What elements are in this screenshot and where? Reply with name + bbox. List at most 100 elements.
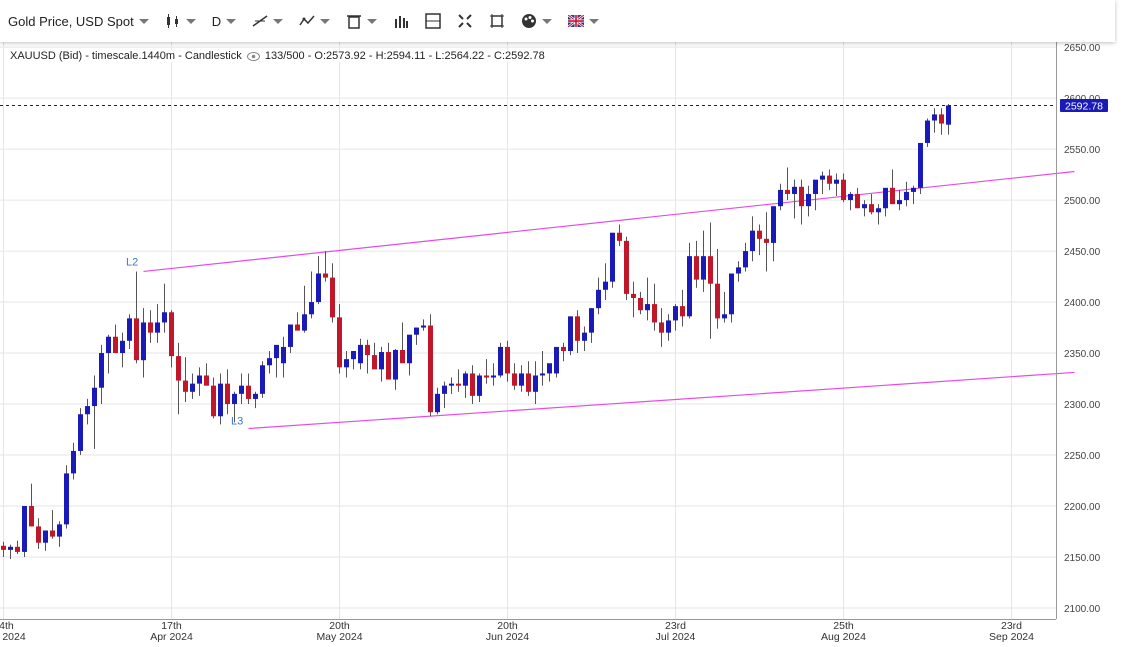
candle-body <box>71 450 76 474</box>
candle-body <box>603 281 608 290</box>
candle-body <box>526 373 531 392</box>
candle <box>330 263 335 323</box>
candle-body <box>715 283 720 319</box>
candle <box>645 277 650 321</box>
candle <box>680 289 685 327</box>
candle-body <box>806 193 811 207</box>
interval-selector[interactable]: D <box>204 0 244 42</box>
candle-body <box>932 114 937 121</box>
candle-body <box>337 317 342 368</box>
candle-body <box>820 175 825 180</box>
candle-body <box>232 393 237 405</box>
candle-body <box>729 273 734 315</box>
candle-body <box>435 393 440 413</box>
candle-body <box>484 375 489 378</box>
info-symbol: XAUUSD (Bid) <box>10 50 83 62</box>
candle-body <box>92 387 97 407</box>
candle-body <box>596 289 601 309</box>
candle-body <box>267 358 272 366</box>
candle <box>176 342 181 415</box>
candle-body <box>771 206 776 243</box>
price-chart[interactable]: L2L3 2650.002600.002550.002500.002450.00… <box>0 0 1123 647</box>
candle-body <box>519 373 524 386</box>
candle <box>106 334 111 374</box>
candle <box>323 251 328 282</box>
candle-body <box>344 359 349 368</box>
candle-body <box>799 186 804 207</box>
candle <box>120 332 125 368</box>
candle-body <box>456 383 461 386</box>
x-tick-month: Jun 2024 <box>486 631 529 643</box>
candle-body <box>8 546 13 550</box>
candle <box>904 181 909 207</box>
language-selector[interactable] <box>560 0 607 42</box>
candle <box>750 216 755 262</box>
candle-body <box>162 312 167 323</box>
candle-body <box>785 189 790 194</box>
chart-type-selector[interactable] <box>157 0 204 42</box>
candle <box>610 232 615 288</box>
candle <box>197 367 202 396</box>
candle <box>694 240 699 288</box>
candle-body <box>302 314 307 331</box>
candle-body <box>617 232 622 241</box>
candle-body <box>750 230 755 252</box>
candle-body <box>470 373 475 396</box>
x-tick-month: Mar 2024 <box>0 631 26 643</box>
candle <box>134 271 139 364</box>
indicators-button[interactable] <box>291 0 338 42</box>
eye-icon[interactable] <box>246 51 260 61</box>
layout-button[interactable] <box>417 0 449 42</box>
draw-tools-button[interactable] <box>244 0 291 42</box>
candle-body <box>505 346 510 374</box>
candle-body <box>225 383 230 405</box>
delete-icon <box>347 15 362 29</box>
delete-button[interactable] <box>338 0 385 42</box>
candle <box>463 371 468 398</box>
fullscreen-button[interactable] <box>449 0 481 42</box>
chevron-down-icon <box>273 18 284 24</box>
candle <box>491 363 496 386</box>
candle-body <box>442 385 447 394</box>
candle-body <box>939 114 944 124</box>
candle-body <box>645 304 650 311</box>
candle <box>407 334 412 376</box>
candle-body <box>547 363 552 374</box>
candle <box>554 346 559 378</box>
candle-body <box>274 344 279 359</box>
candle <box>673 304 678 331</box>
candle <box>344 351 349 378</box>
candle <box>414 327 419 345</box>
candle-body <box>15 546 20 552</box>
candle <box>85 398 90 425</box>
candle-body <box>239 385 244 394</box>
candle <box>918 142 923 194</box>
candle-body <box>477 375 482 396</box>
candle-body <box>841 179 846 201</box>
volume-button[interactable] <box>385 0 417 42</box>
candle-body <box>428 325 433 413</box>
chart-toolbar: Gold Price, USD Spot D <box>0 0 1115 42</box>
candle <box>652 283 657 331</box>
candle <box>533 361 538 405</box>
candle-body <box>386 352 391 380</box>
candle-body <box>834 179 839 184</box>
fit-button[interactable] <box>481 0 513 42</box>
y-tick-label: 2550.00 <box>1064 145 1101 156</box>
candle <box>1 541 6 558</box>
trend-line <box>143 170 1075 273</box>
candle-body <box>36 526 41 543</box>
candle-body <box>554 346 559 374</box>
annotation-label: L2 <box>126 256 138 268</box>
candle <box>932 108 937 133</box>
candle <box>449 377 454 394</box>
symbol-selector[interactable]: Gold Price, USD Spot <box>0 0 157 42</box>
last-price-tag: 2592.78 <box>1060 98 1108 112</box>
candle-body <box>29 506 34 527</box>
theme-selector[interactable] <box>513 0 560 42</box>
candle-body <box>582 332 587 341</box>
symbol-label: Gold Price, USD Spot <box>8 13 134 29</box>
fullscreen-icon <box>458 14 472 28</box>
candle-body <box>64 473 69 525</box>
candle <box>36 518 41 549</box>
